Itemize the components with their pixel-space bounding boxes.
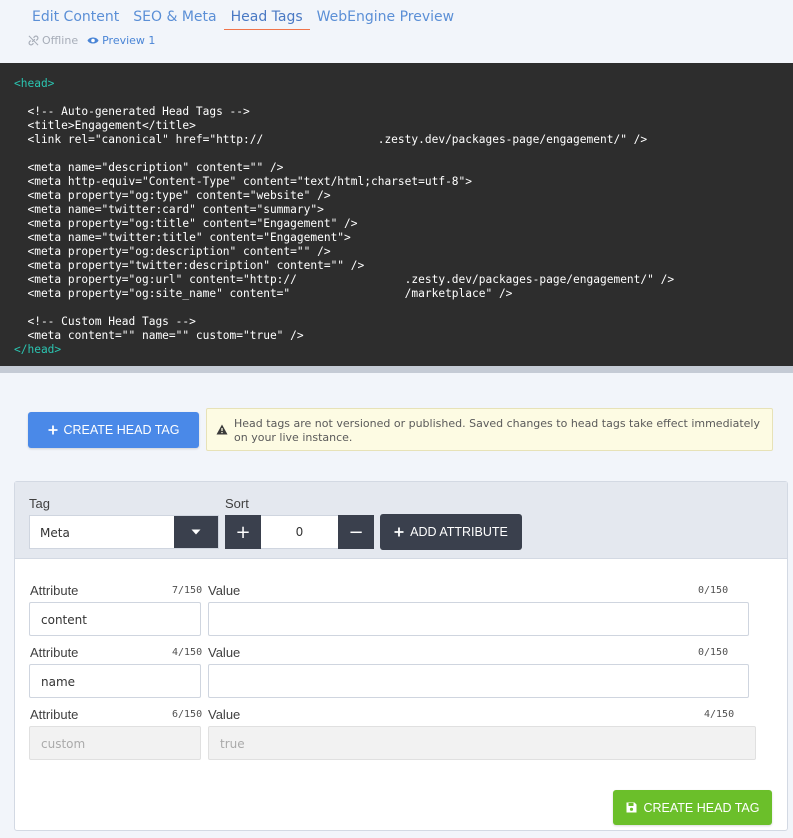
tab-edit-content[interactable]: Edit Content <box>25 7 126 30</box>
tab-head-tags[interactable]: Head Tags <box>223 7 310 30</box>
value-label: Value <box>208 645 241 660</box>
attribute-input-disabled: custom <box>29 726 201 760</box>
code-line: <!-- Custom Head Tags --> <box>14 315 196 328</box>
head-tag-editor: Tag Sort Meta + 0 − ADD ATTRIBUTE Attrib… <box>14 481 788 831</box>
value-label: Value <box>208 707 241 722</box>
code-line: <!-- Auto-generated Head Tags --> <box>14 105 250 118</box>
offline-status: Offline <box>28 34 78 47</box>
code-line: <head> <box>14 77 55 90</box>
code-line: </head> <box>14 343 62 356</box>
attribute-input[interactable]: content <box>29 602 201 636</box>
sort-decrement-button[interactable]: − <box>338 515 374 549</box>
floppy-disk-icon <box>626 802 636 813</box>
eye-icon <box>87 37 99 44</box>
value-char-count: 0/150 <box>698 585 729 596</box>
value-char-count: 4/150 <box>704 709 735 720</box>
code-line: <meta content="" name="" custom="true" /… <box>14 329 304 342</box>
attribute-label: Attribute <box>30 583 79 598</box>
create-head-tag-button[interactable]: CREATE HEAD TAG <box>28 412 199 448</box>
code-line: <meta property="og:url" content="http://… <box>14 273 675 286</box>
attribute-label: Attribute <box>30 645 79 660</box>
code-line: <meta name="twitter:title" content="Enga… <box>14 231 351 244</box>
attribute-char-count: 6/150 <box>172 709 203 720</box>
sort-increment-button[interactable]: + <box>225 515 261 549</box>
code-line: <meta property="og:title" content="Engag… <box>14 217 358 230</box>
top-nav: Edit Content SEO & Meta Head Tags WebEng… <box>0 0 793 63</box>
create-head-tag-label: CREATE HEAD TAG <box>63 423 180 437</box>
tab-seo-meta[interactable]: SEO & Meta <box>126 7 223 30</box>
save-head-tag-button[interactable]: CREATE HEAD TAG <box>613 790 772 825</box>
tag-type-value: Meta <box>40 526 70 540</box>
code-line: <meta http-equiv="Content-Type" content=… <box>14 175 473 188</box>
save-head-tag-label: CREATE HEAD TAG <box>643 800 760 815</box>
offline-label: Offline <box>42 34 79 47</box>
value-input[interactable] <box>208 602 749 636</box>
plus-icon <box>394 527 404 537</box>
code-content: <head> <!-- Auto-generated Head Tags -->… <box>14 77 674 357</box>
value-input-disabled: true <box>208 726 756 760</box>
tag-type-dropdown-toggle[interactable] <box>174 516 218 548</box>
status-row: Offline Preview 1 <box>28 34 155 47</box>
head-tags-code-preview: <head> <!-- Auto-generated Head Tags -->… <box>0 63 793 373</box>
warning-text: Head tags are not versioned or published… <box>234 417 760 444</box>
code-line: <meta name="twitter:card" content="summa… <box>14 203 324 216</box>
head-tag-editor-header: Tag Sort Meta + 0 − ADD ATTRIBUTE <box>15 482 787 559</box>
sort-input[interactable]: 0 <box>261 515 338 549</box>
versioning-warning: Head tags are not versioned or published… <box>206 408 773 451</box>
code-line: <meta name="description" content="" /> <box>14 161 284 174</box>
tag-label: Tag <box>29 496 50 511</box>
add-attribute-label: ADD ATTRIBUTE <box>410 525 508 539</box>
attribute-label: Attribute <box>30 707 79 722</box>
attribute-char-count: 7/150 <box>172 585 203 596</box>
code-line: <meta property="og:site_name" content=" … <box>14 287 513 300</box>
plus-icon <box>48 425 57 435</box>
tag-type-select[interactable]: Meta <box>29 515 219 549</box>
tab-webengine-preview[interactable]: WebEngine Preview <box>310 7 461 30</box>
add-attribute-button[interactable]: ADD ATTRIBUTE <box>380 514 522 550</box>
sort-label: Sort <box>225 496 249 511</box>
unlink-icon <box>28 35 39 46</box>
editor-tabs: Edit Content SEO & Meta Head Tags WebEng… <box>25 7 461 30</box>
value-input[interactable] <box>208 664 749 698</box>
attribute-char-count: 4/150 <box>172 647 203 658</box>
code-line: <meta property="og:type" content="websit… <box>14 189 331 202</box>
sort-stepper: + 0 − <box>225 515 374 549</box>
code-line: <link rel="canonical" href="http:// .zes… <box>14 133 648 146</box>
chevron-down-icon <box>191 529 201 535</box>
preview-link[interactable]: Preview 1 <box>87 34 155 47</box>
code-line: <title>Engagement</title> <box>14 119 196 132</box>
value-char-count: 0/150 <box>698 647 729 658</box>
code-line: <meta property="og:description" content=… <box>14 245 331 258</box>
attribute-input[interactable]: name <box>29 664 201 698</box>
warning-triangle-icon <box>216 424 228 435</box>
preview-label: Preview 1 <box>102 34 156 47</box>
code-line: <meta property="twitter:description" con… <box>14 259 365 272</box>
value-label: Value <box>208 583 241 598</box>
